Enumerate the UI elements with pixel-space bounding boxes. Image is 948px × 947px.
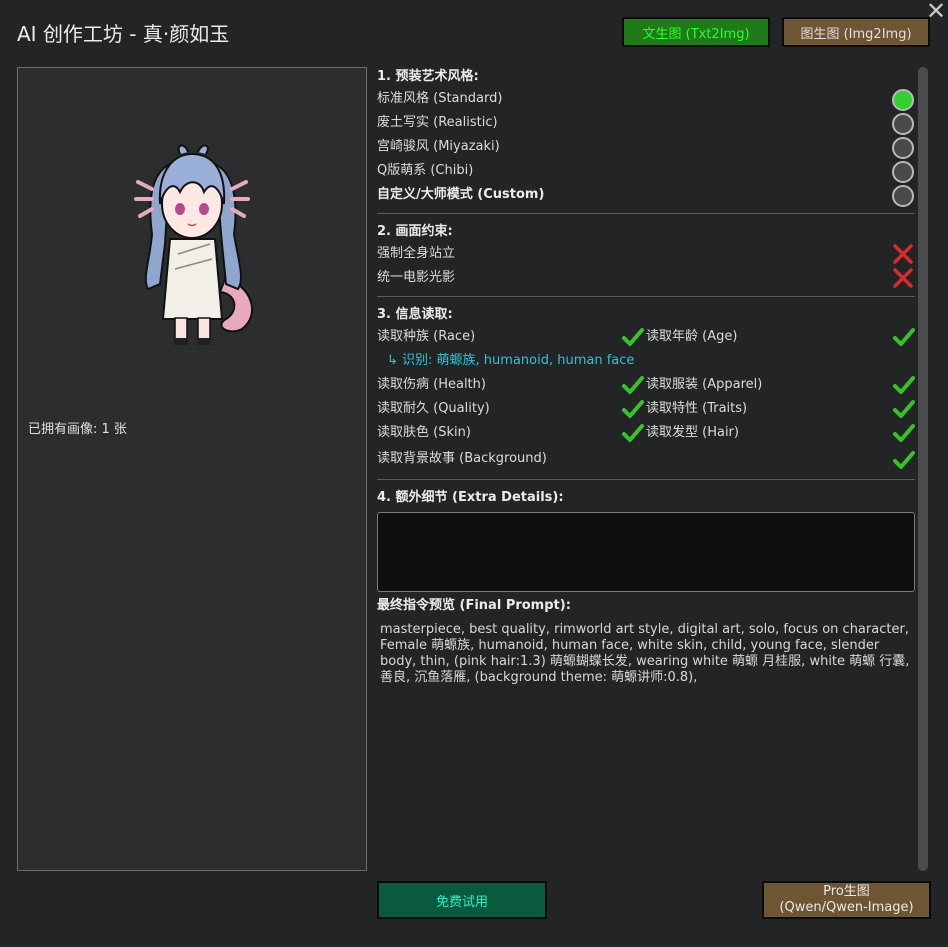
read-skin-label: 读取肤色 (Skin) <box>377 425 471 440</box>
identified-race: ↳ 识别: 萌螈族, humanoid, human face <box>377 349 915 373</box>
img2img-button[interactable]: 图生图 (Img2Img) <box>782 17 930 47</box>
final-prompt-header: 最终指令预览 (Final Prompt): <box>377 598 571 613</box>
cross-icon[interactable] <box>893 244 913 264</box>
identified-race-text: ↳ 识别: 萌螈族, humanoid, human face <box>387 353 635 368</box>
divider <box>377 213 915 214</box>
read-background-label: 读取背景故事 (Background) <box>377 451 547 466</box>
style-option-label: 宫崎骏风 (Miyazaki) <box>377 139 500 154</box>
radio-selected-icon[interactable] <box>892 89 914 111</box>
read-traits-label: 读取特性 (Traits) <box>646 401 748 416</box>
style-option-label: 标准风格 (Standard) <box>377 91 503 106</box>
pro-label: Pro生图 <box>823 884 870 899</box>
info-row-skin-hair: 读取肤色 (Skin) 读取发型 (Hair) <box>377 421 915 445</box>
read-health-label: 读取伤病 (Health) <box>377 377 486 392</box>
style-option-standard[interactable]: 标准风格 (Standard) <box>377 87 915 111</box>
check-icon[interactable] <box>893 375 915 395</box>
section-constraints-header: 2. 画面约束: <box>377 224 453 239</box>
scrollbar-thumb[interactable] <box>918 67 928 871</box>
character-portrait <box>134 144 253 345</box>
read-age-label: 读取年龄 (Age) <box>646 329 738 344</box>
extra-details-input[interactable] <box>377 512 915 592</box>
settings-panel: 1. 预装艺术风格: 标准风格 (Standard) 废土写实 (Realist… <box>377 67 915 686</box>
check-icon[interactable] <box>893 423 915 443</box>
check-icon[interactable] <box>622 375 644 395</box>
style-option-realistic[interactable]: 废土写实 (Realistic) <box>377 111 915 135</box>
final-prompt-text: masterpiece, best quality, rimworld art … <box>380 622 910 685</box>
info-row-quality-traits: 读取耐久 (Quality) 读取特性 (Traits) <box>377 397 915 421</box>
portrait-panel: 已拥有画像: 1 张 <box>17 67 367 871</box>
radio-icon[interactable] <box>892 161 914 183</box>
style-option-chibi[interactable]: Q版萌系 (Chibi) <box>377 159 915 183</box>
info-row-background: 读取背景故事 (Background) <box>377 445 915 473</box>
info-row-health-apparel: 读取伤病 (Health) 读取服装 (Apparel) <box>377 373 915 397</box>
constraint-label: 统一电影光影 <box>377 270 456 285</box>
window-title: AI 创作工坊 - 真·颜如玉 <box>17 22 230 46</box>
constraint-cinematic-lighting[interactable]: 统一电影光影 <box>377 266 915 290</box>
constraint-label: 强制全身站立 <box>377 246 456 261</box>
pro-model-label: (Qwen/Qwen-Image) <box>779 900 914 915</box>
section-info-header: 3. 信息读取: <box>377 307 453 322</box>
divider <box>377 296 915 297</box>
check-icon[interactable] <box>622 399 644 419</box>
style-option-miyazaki[interactable]: 宫崎骏风 (Miyazaki) <box>377 135 915 159</box>
txt2img-button[interactable]: 文生图 (Txt2Img) <box>622 17 770 47</box>
check-icon[interactable] <box>893 450 915 470</box>
radio-icon[interactable] <box>892 185 914 207</box>
radio-icon[interactable] <box>892 113 914 135</box>
divider <box>377 479 915 480</box>
section-art-style-header: 1. 预装艺术风格: <box>377 69 479 84</box>
style-option-label: 自定义/大师模式 (Custom) <box>377 187 545 202</box>
constraint-full-body[interactable]: 强制全身站立 <box>377 242 915 266</box>
section-extra-header: 4. 额外细节 (Extra Details): <box>377 490 564 505</box>
read-apparel-label: 读取服装 (Apparel) <box>646 377 763 392</box>
pro-generate-button[interactable]: Pro生图 (Qwen/Qwen-Image) <box>762 881 931 919</box>
style-option-label: 废土写实 (Realistic) <box>377 115 498 130</box>
info-row-race-age: 读取种族 (Race) 读取年龄 (Age) <box>377 325 915 349</box>
owned-portraits-count: 已拥有画像: 1 张 <box>28 422 127 437</box>
check-icon[interactable] <box>893 399 915 419</box>
settings-scrollbar[interactable] <box>917 67 929 871</box>
read-hair-label: 读取发型 (Hair) <box>646 425 739 440</box>
radio-icon[interactable] <box>892 137 914 159</box>
read-quality-label: 读取耐久 (Quality) <box>377 401 490 416</box>
read-race-label: 读取种族 (Race) <box>377 329 476 344</box>
check-icon[interactable] <box>622 423 644 443</box>
art-style-options: 标准风格 (Standard) 废土写实 (Realistic) 宫崎骏风 (M… <box>377 87 915 207</box>
style-option-label: Q版萌系 (Chibi) <box>377 163 474 178</box>
style-option-custom[interactable]: 自定义/大师模式 (Custom) <box>377 183 915 207</box>
check-icon[interactable] <box>893 327 915 347</box>
check-icon[interactable] <box>622 327 644 347</box>
cross-icon[interactable] <box>893 268 913 288</box>
free-trial-button[interactable]: 免费试用 <box>377 881 547 919</box>
